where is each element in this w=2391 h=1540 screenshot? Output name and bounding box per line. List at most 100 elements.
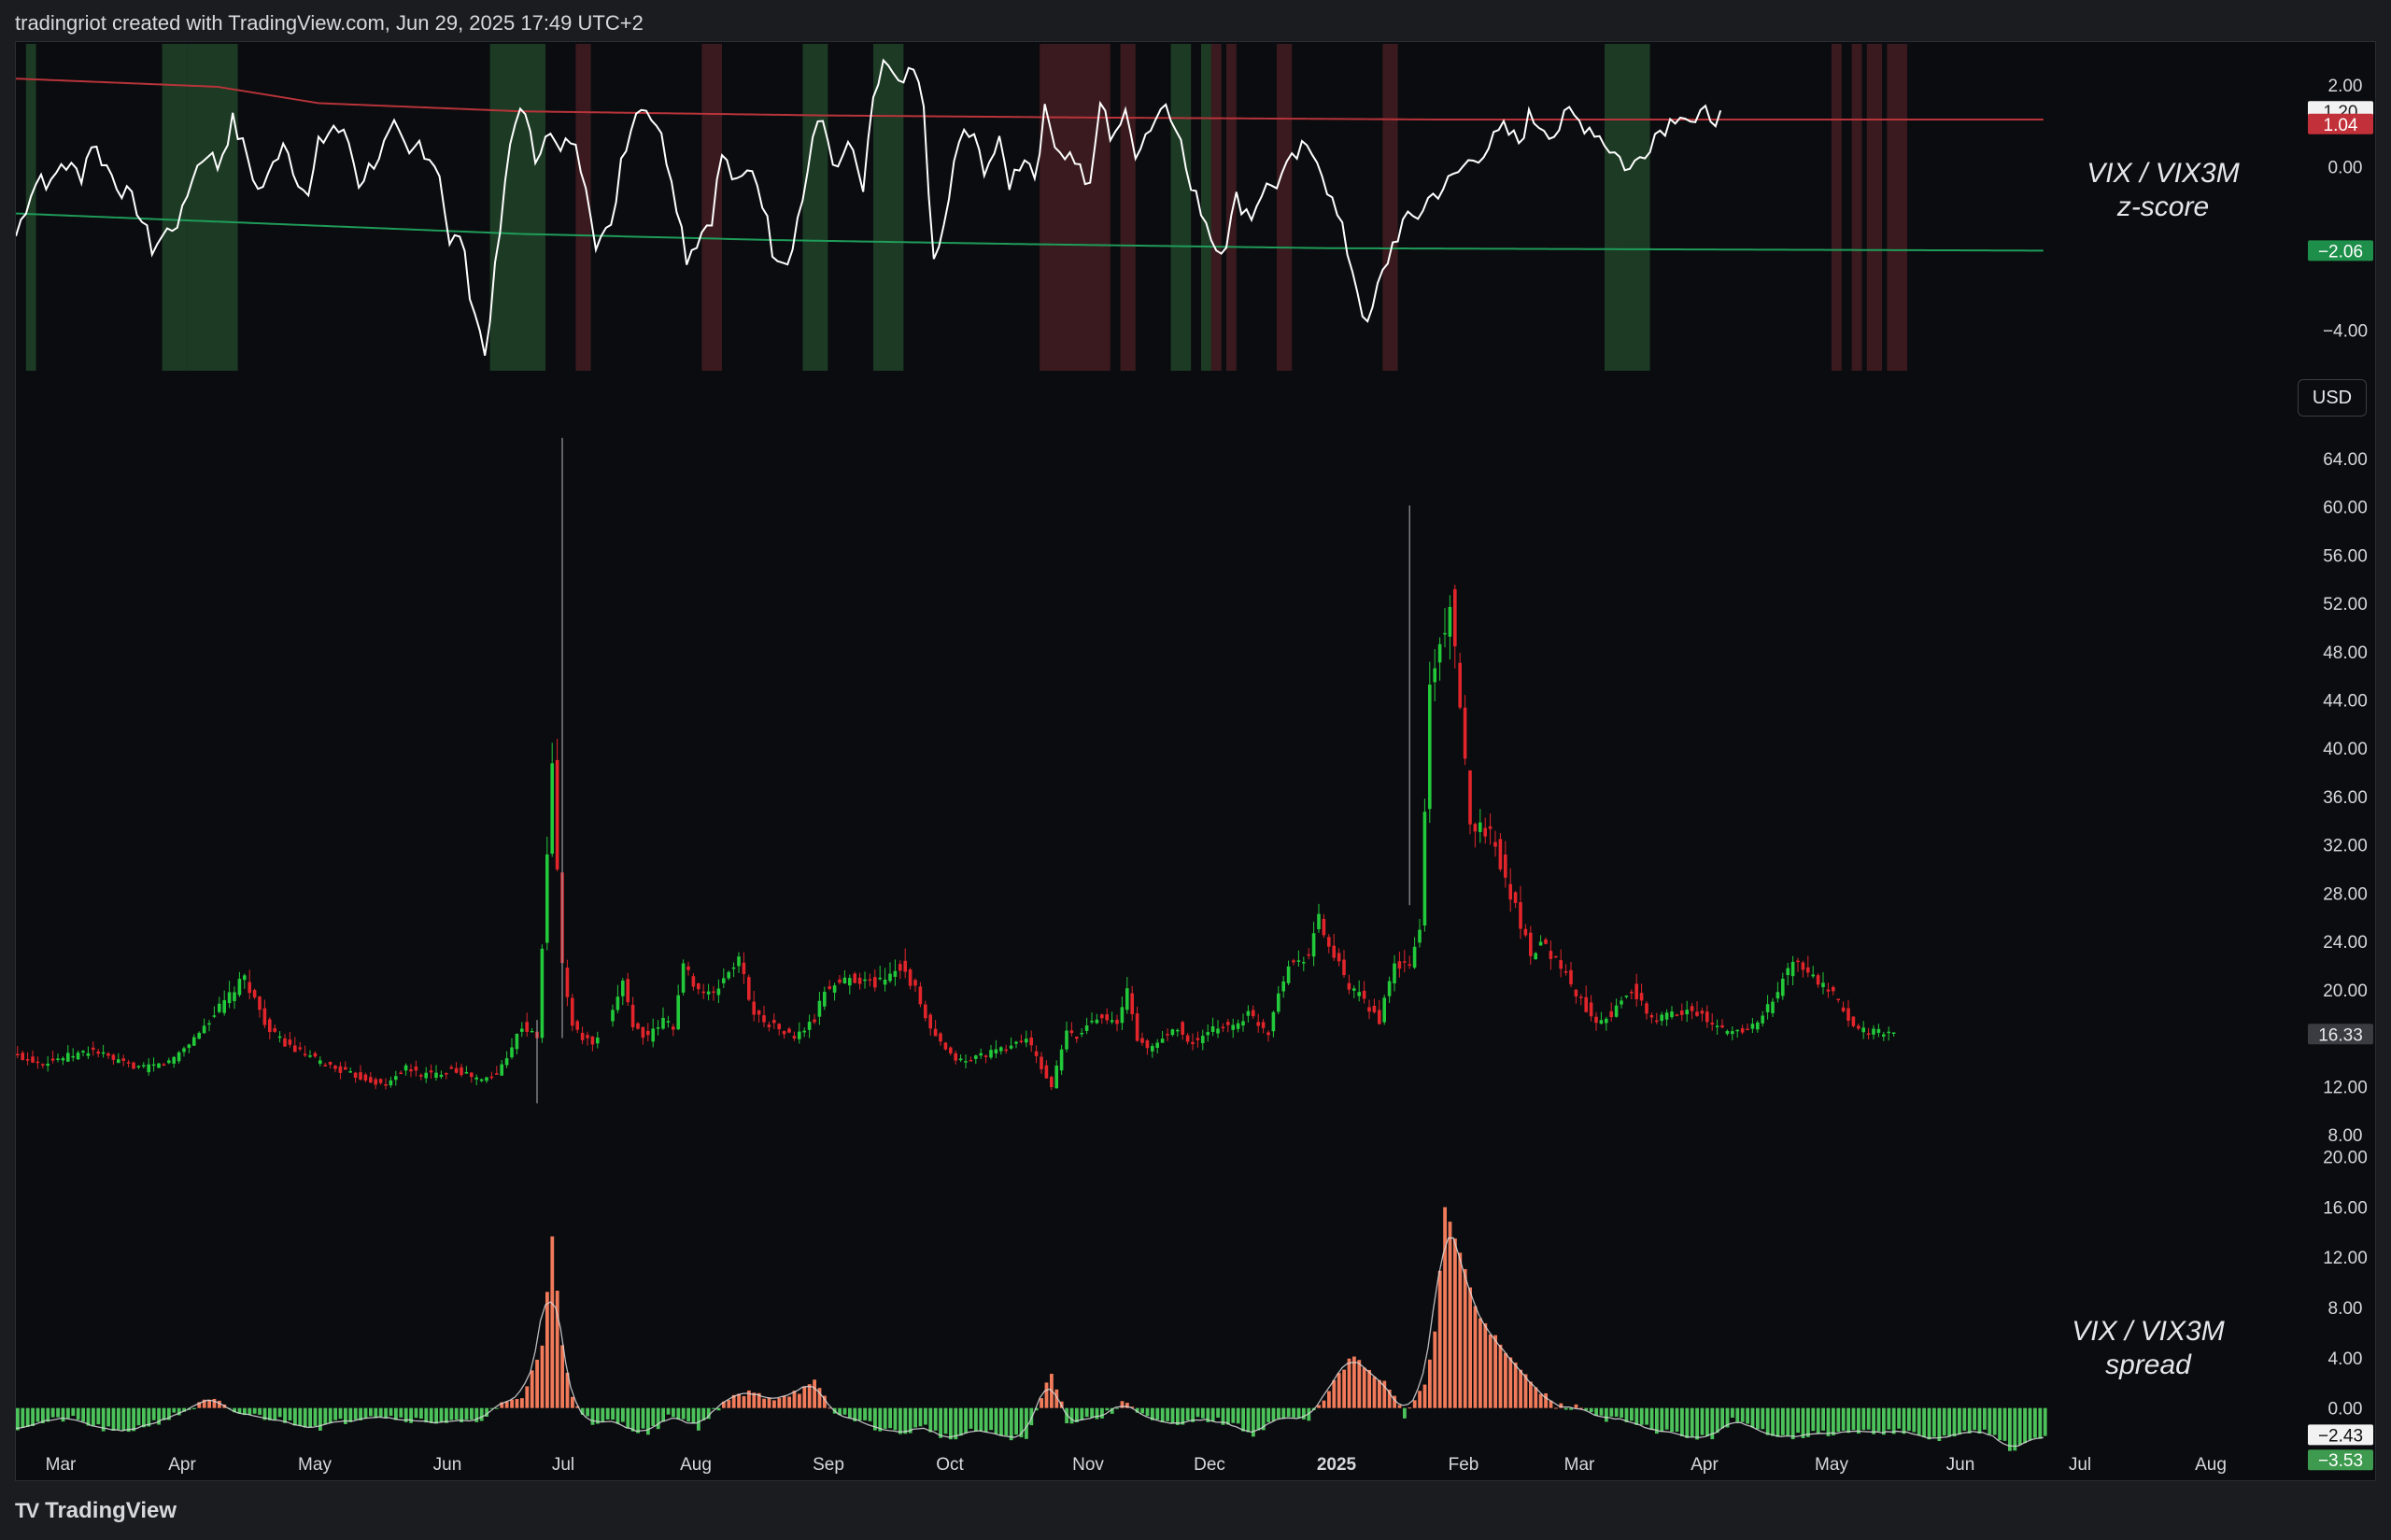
candle [1639, 993, 1644, 1001]
candle [1382, 997, 1386, 1023]
green-zone [1605, 44, 1650, 371]
spread-bar [1937, 1407, 1942, 1442]
spread-bar [308, 1407, 312, 1428]
zscore-tick-label: 0.00 [2328, 158, 2363, 177]
spread-bar [661, 1407, 665, 1422]
spread-bar [777, 1398, 782, 1408]
time-axis-label: Sep [813, 1455, 844, 1475]
candle [1403, 961, 1407, 963]
spread-bar [1281, 1407, 1286, 1419]
spread-bar [454, 1407, 459, 1420]
time-axis-label: Jul [552, 1455, 574, 1475]
spread-bar [510, 1399, 514, 1408]
candle [575, 1021, 579, 1030]
price-tick-label: 56.00 [2323, 546, 2368, 566]
spread-bar [1967, 1407, 1972, 1434]
candle [1170, 1029, 1175, 1036]
spread-bar [1332, 1379, 1337, 1408]
red-zone [1120, 44, 1136, 371]
candle [823, 991, 827, 1007]
chart-canvas[interactable]: 2.00 0.00 −4.00 64.00 60.00 56.00 52.00 48.00 44… [16, 42, 2377, 1482]
green-zone [873, 44, 904, 371]
candle [832, 985, 837, 993]
candle [96, 1051, 100, 1054]
candle [1841, 1007, 1846, 1012]
candle [1776, 992, 1780, 999]
candle [86, 1053, 91, 1056]
spread-bar [76, 1407, 80, 1420]
spread-bar [449, 1407, 454, 1420]
spread-bar [151, 1407, 156, 1420]
spread-bar [1700, 1407, 1705, 1435]
candle [1337, 953, 1341, 962]
spread-bar [338, 1407, 343, 1420]
spread-bar [1397, 1405, 1402, 1408]
candle [615, 996, 620, 1010]
spread-bar [681, 1407, 686, 1420]
spread-bar [2028, 1407, 2032, 1440]
spread-bar [883, 1407, 887, 1429]
spread-bar [560, 1345, 564, 1408]
spread-bar [974, 1407, 978, 1432]
candle [1090, 1021, 1094, 1023]
spread-bar [25, 1407, 30, 1427]
spread-bar [389, 1407, 393, 1417]
red-zone [701, 44, 722, 371]
candle [964, 1061, 968, 1063]
spread-bar [1538, 1393, 1543, 1408]
spread-bar [798, 1393, 801, 1408]
spread-bar [2013, 1407, 2017, 1451]
spread-bar [2017, 1407, 2022, 1446]
spread-bar [1437, 1270, 1442, 1408]
candle [1851, 1016, 1856, 1026]
spread-bar [1952, 1407, 1957, 1437]
spread-bar [903, 1407, 908, 1434]
candle [1448, 606, 1452, 637]
candle [293, 1045, 297, 1053]
spread-current-badge: −2.43 [2318, 1426, 2363, 1446]
candle [1428, 685, 1432, 810]
zscore-title-line2: z-score [2116, 191, 2210, 222]
spread-bar [1069, 1407, 1074, 1424]
candle [117, 1059, 120, 1064]
spread-bar [691, 1407, 696, 1424]
time-axis-label: May [298, 1455, 332, 1475]
candle [868, 979, 872, 982]
spread-bar [56, 1407, 60, 1418]
candle [565, 968, 570, 997]
candle [1054, 1066, 1058, 1089]
candle [1408, 964, 1411, 966]
spread-bar [1639, 1407, 1644, 1425]
candle [403, 1065, 408, 1071]
candle [1574, 989, 1578, 996]
spread-bar [318, 1407, 322, 1431]
spread-bar [868, 1407, 872, 1421]
candle [1286, 966, 1291, 983]
spread-bar [1811, 1407, 1816, 1432]
currency-button[interactable]: USD [2298, 379, 2367, 417]
candle [283, 1038, 287, 1047]
candle [1670, 1011, 1674, 1018]
candle [429, 1070, 433, 1073]
chart-attribution: tradingriot created with TradingView.com… [15, 11, 644, 35]
spread-bar [1408, 1407, 1412, 1409]
candle [1599, 1020, 1604, 1024]
candle [1025, 1038, 1028, 1043]
spread-bar [1731, 1407, 1734, 1419]
candle [939, 1033, 942, 1042]
spread-bar [50, 1407, 55, 1418]
spread-bar [2043, 1407, 2047, 1436]
tradingview-logo[interactable]: TV TradingView [15, 1498, 177, 1524]
chart-area[interactable]: 2.00 0.00 −4.00 64.00 60.00 56.00 52.00 48.00 44… [15, 41, 2376, 1481]
spread-bar [792, 1391, 797, 1408]
spread-bar [1917, 1407, 1921, 1435]
spread-bar [863, 1407, 867, 1420]
candle [1125, 988, 1129, 1010]
candle [1130, 993, 1134, 1015]
candle [1523, 928, 1528, 936]
candle [1720, 1024, 1724, 1028]
candle [1151, 1045, 1154, 1052]
candle [571, 997, 574, 1026]
candle [419, 1074, 423, 1077]
spread-bar [1352, 1356, 1356, 1408]
